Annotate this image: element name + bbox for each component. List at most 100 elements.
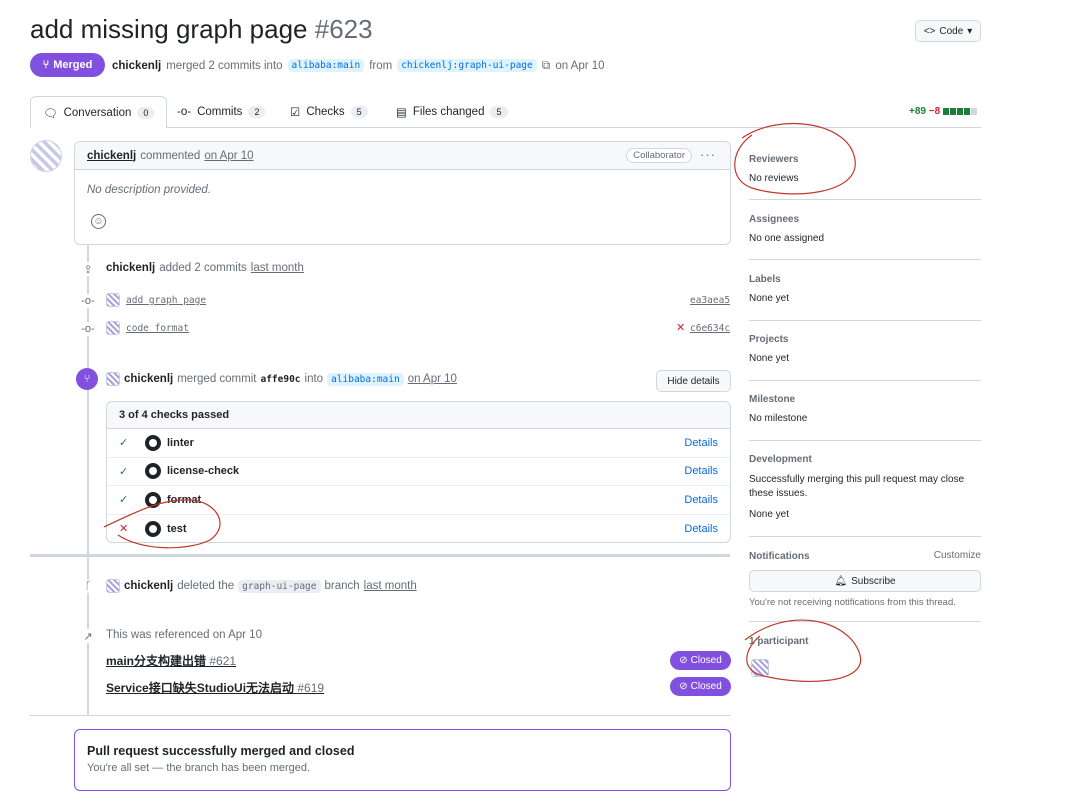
- tab-label: Checks: [306, 106, 345, 118]
- event-time[interactable]: last month: [251, 262, 304, 274]
- kebab-menu-icon[interactable]: ···: [700, 147, 716, 162]
- into-text: into: [304, 373, 324, 385]
- smiley-icon[interactable]: ☺: [91, 214, 106, 229]
- sidebar-milestone[interactable]: Milestone No milestone: [749, 394, 981, 441]
- details-link[interactable]: Details: [684, 494, 718, 506]
- github-logo-icon: [145, 520, 161, 537]
- subscribe-button[interactable]: 🔔︎ Subscribe: [749, 570, 981, 592]
- code-icon: <>: [923, 25, 936, 37]
- comment-icon: 🗨: [43, 107, 58, 120]
- check-name: linter: [167, 436, 194, 449]
- merge-sha[interactable]: affe90c: [260, 374, 300, 385]
- pr-title: add missing graph page: [30, 14, 308, 44]
- hide-details-button[interactable]: Hide details: [656, 370, 731, 392]
- code-button[interactable]: <> Code ▾: [915, 20, 981, 42]
- details-link[interactable]: Details: [684, 437, 718, 449]
- avatar[interactable]: [106, 579, 120, 593]
- details-link[interactable]: Details: [684, 523, 718, 535]
- comment-author[interactable]: chickenlj: [87, 150, 136, 162]
- participant-avatar[interactable]: [751, 659, 769, 677]
- divider: [30, 715, 730, 716]
- author-link[interactable]: chickenlj: [112, 60, 161, 72]
- details-link[interactable]: Details: [684, 465, 718, 477]
- sidebar-reviewers[interactable]: Reviewers No reviews: [749, 154, 981, 200]
- deleted-branch: graph-ui-page: [238, 579, 321, 593]
- event-author[interactable]: chickenlj: [124, 580, 173, 592]
- check-row: ✓ format Details: [107, 486, 730, 515]
- git-merge-icon: ⑂: [76, 368, 98, 390]
- comment-date[interactable]: on Apr 10: [204, 150, 253, 162]
- event-author[interactable]: chickenlj: [106, 262, 155, 274]
- base-branch[interactable]: alibaba:main: [287, 59, 365, 72]
- sidebar-projects[interactable]: Projects None yet: [749, 334, 981, 381]
- reference-link[interactable]: main分支构建出错 #621: [106, 652, 236, 669]
- role-badge: Collaborator: [626, 148, 692, 163]
- avatar[interactable]: [106, 293, 120, 307]
- comment-body: No description provided.: [87, 184, 212, 196]
- diffstat-bar: [942, 107, 977, 115]
- event-author[interactable]: chickenlj: [124, 373, 173, 385]
- git-branch-icon: ᚴ: [81, 579, 95, 593]
- state-label: Closed: [690, 681, 722, 692]
- commit-message[interactable]: code format: [126, 323, 189, 334]
- sidebar-development[interactable]: Development Successfully merging this pu…: [749, 454, 981, 537]
- delete-branch-event: chickenlj deleted the graph-ui-page bran…: [106, 579, 417, 593]
- commit-icon: -o-: [177, 106, 192, 118]
- reference-link[interactable]: Service接口缺失StudioUi无法启动 #619: [106, 679, 324, 696]
- sidebar-title: Milestone: [749, 394, 796, 405]
- check-name: license-check: [167, 465, 240, 478]
- check-row: ✕ test Details: [107, 515, 730, 544]
- bell-icon: 🔔︎: [834, 575, 848, 587]
- x-icon[interactable]: ✕: [676, 321, 685, 334]
- sidebar-title: Notifications: [749, 551, 810, 562]
- sidebar-title: Reviewers: [749, 154, 799, 165]
- check-row: ✓ license-check Details: [107, 458, 730, 486]
- x-icon: ✕: [119, 523, 129, 536]
- sidebar-value: No reviews: [749, 173, 799, 184]
- cross-reference-icon: ↗: [81, 629, 95, 643]
- merge-status-title: Pull request successfully merged and clo…: [87, 744, 355, 758]
- tab-label: Files changed: [412, 106, 485, 118]
- event-time[interactable]: last month: [364, 580, 417, 592]
- reference-title: main分支构建出错: [106, 654, 207, 668]
- commit-sha[interactable]: c6e634c: [690, 323, 730, 334]
- merge-event: chickenlj merged commit affe90c into ali…: [106, 372, 457, 386]
- sidebar-value: Successfully merging this pull request m…: [749, 474, 965, 499]
- tab-counter: 0: [137, 106, 155, 119]
- merge-icon: ⑂: [42, 59, 50, 71]
- from-text: from: [369, 59, 393, 72]
- commit-sha[interactable]: ea3aea5: [690, 295, 730, 306]
- check-icon: ✓: [119, 494, 129, 507]
- copy-icon[interactable]: ⧉: [542, 58, 551, 73]
- event-time[interactable]: on Apr 10: [408, 373, 457, 385]
- avatar[interactable]: [106, 372, 120, 386]
- check-icon: ✓: [119, 437, 129, 450]
- tab-bar: 🗨 Conversation 0 -o- Commits 2 ☑ Checks …: [30, 96, 981, 129]
- commit-message[interactable]: add graph page: [126, 295, 206, 306]
- customize-link[interactable]: Customize: [934, 550, 981, 561]
- tab-counter: 5: [350, 106, 368, 118]
- comment-box: chickenlj commented on Apr 10 Collaborat…: [74, 141, 731, 245]
- sidebar-title: Labels: [749, 274, 781, 285]
- comment-action: commented: [140, 149, 201, 162]
- avatar[interactable]: [30, 140, 62, 172]
- sidebar-assignees[interactable]: Assignees No one assigned: [749, 214, 981, 260]
- closed-badge: ⊘ Closed: [670, 677, 731, 696]
- reference-header: This was referenced on Apr 10: [106, 629, 262, 641]
- tab-checks[interactable]: ☑ Checks 5: [278, 96, 380, 128]
- checks-summary: 3 of 4 checks passed: [107, 402, 730, 429]
- sidebar-value: No milestone: [749, 413, 808, 424]
- tab-counter: 5: [490, 106, 508, 118]
- event-action: merged commit: [177, 373, 257, 385]
- branch-suffix: branch: [324, 580, 360, 592]
- head-branch[interactable]: chickenlj:graph-ui-page: [397, 59, 537, 72]
- participants-title: 1 participant: [749, 636, 809, 647]
- checks-box: 3 of 4 checks passed ✓ linter Details ✓ …: [106, 401, 731, 543]
- tab-files-changed[interactable]: ▤ Files changed 5: [384, 96, 520, 128]
- tab-commits[interactable]: -o- Commits 2: [165, 96, 277, 128]
- sidebar-labels[interactable]: Labels None yet: [749, 274, 981, 321]
- tab-conversation[interactable]: 🗨 Conversation 0: [30, 96, 168, 129]
- base-branch[interactable]: alibaba:main: [327, 372, 404, 386]
- avatar[interactable]: [106, 321, 120, 335]
- divider: [749, 621, 981, 622]
